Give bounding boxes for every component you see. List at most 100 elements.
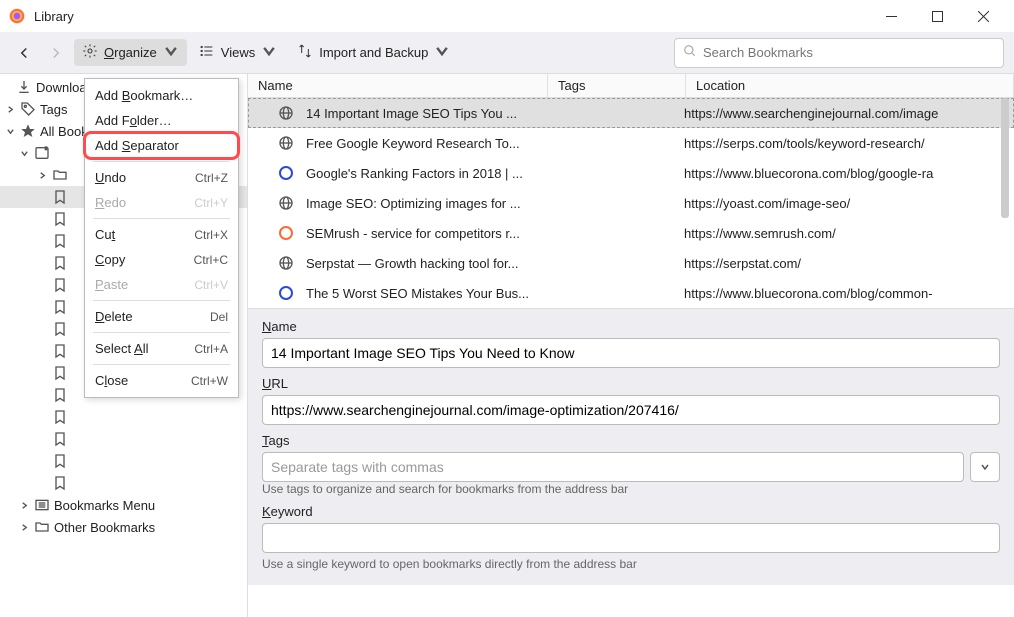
menu-add-bookmark[interactable]: Add Bookmark… bbox=[85, 83, 238, 108]
titlebar: Library bbox=[0, 0, 1014, 32]
window-title: Library bbox=[34, 9, 868, 24]
tree-bookmarks-menu[interactable]: Bookmarks Menu bbox=[0, 494, 247, 516]
bookmark-icon bbox=[52, 277, 68, 293]
content-pane: Name Tags Location 14 Important Image SE… bbox=[248, 74, 1014, 617]
bookmark-location: https://www.semrush.com/ bbox=[684, 226, 1014, 241]
tags-input[interactable] bbox=[262, 452, 964, 482]
menu-separator bbox=[93, 332, 230, 333]
favicon-icon bbox=[278, 194, 296, 212]
bookmark-location: https://www.bluecorona.com/blog/common- bbox=[684, 286, 1014, 301]
views-menu-button[interactable]: Views bbox=[191, 39, 285, 66]
bookmark-location: https://serpstat.com/ bbox=[684, 256, 1014, 271]
bookmark-name: Serpstat — Growth hacking tool for... bbox=[306, 256, 546, 271]
menu-folder-icon bbox=[34, 497, 50, 513]
chevron-right-icon[interactable] bbox=[4, 105, 16, 114]
chevron-right-icon[interactable] bbox=[18, 523, 30, 532]
menu-add-folder[interactable]: Add Folder… bbox=[85, 108, 238, 133]
scrollbar[interactable] bbox=[998, 98, 1012, 308]
scrollbar-thumb[interactable] bbox=[1001, 98, 1009, 218]
views-label: Views bbox=[221, 45, 255, 60]
close-button[interactable] bbox=[960, 0, 1006, 32]
bookmark-icon bbox=[52, 387, 68, 403]
bookmark-icon bbox=[52, 475, 68, 491]
favicon-icon bbox=[278, 164, 296, 182]
bookmark-icon bbox=[52, 255, 68, 271]
bookmark-name: Free Google Keyword Research To... bbox=[306, 136, 546, 151]
keyword-input[interactable] bbox=[262, 523, 1000, 553]
tree-other-bookmarks[interactable]: Other Bookmarks bbox=[0, 516, 247, 538]
bookmark-folder-icon bbox=[34, 145, 50, 161]
organize-label: Organize bbox=[104, 45, 157, 60]
search-input[interactable] bbox=[703, 45, 995, 60]
menu-copy[interactable]: CopyCtrl+C bbox=[85, 247, 238, 272]
download-icon bbox=[16, 79, 32, 95]
minimize-button[interactable] bbox=[868, 0, 914, 32]
organize-context-menu: Add Bookmark… Add Folder… Add Separator … bbox=[84, 78, 239, 398]
url-input[interactable] bbox=[262, 395, 1000, 425]
menu-redo[interactable]: RedoCtrl+Y bbox=[85, 190, 238, 215]
chevron-down-icon bbox=[163, 43, 179, 62]
menu-undo[interactable]: UndoCtrl+Z bbox=[85, 165, 238, 190]
menu-cut[interactable]: CutCtrl+X bbox=[85, 222, 238, 247]
bookmark-list: 14 Important Image SEO Tips You ... https… bbox=[248, 98, 1014, 308]
import-label: Import and Backup bbox=[319, 45, 428, 60]
menu-separator bbox=[93, 300, 230, 301]
forward-button[interactable] bbox=[42, 39, 70, 67]
bookmark-icon bbox=[52, 431, 68, 447]
tree-bookmark[interactable] bbox=[0, 472, 247, 494]
chevron-right-icon[interactable] bbox=[36, 171, 48, 180]
chevron-right-icon[interactable] bbox=[18, 501, 30, 510]
bookmark-name: 14 Important Image SEO Tips You ... bbox=[306, 106, 546, 121]
name-input[interactable] bbox=[262, 338, 1000, 368]
bookmark-row[interactable]: Free Google Keyword Research To...https:… bbox=[248, 128, 1014, 158]
star-icon bbox=[20, 123, 36, 139]
menu-paste[interactable]: PasteCtrl+V bbox=[85, 272, 238, 297]
bookmark-row[interactable]: The 5 Worst SEO Mistakes Your Bus... http… bbox=[248, 278, 1014, 308]
column-tags[interactable]: Tags bbox=[548, 74, 686, 97]
favicon-icon bbox=[278, 284, 296, 302]
chevron-down-icon[interactable] bbox=[4, 127, 16, 136]
details-pane: Name URL Tags Use tags to organize and s… bbox=[248, 308, 1014, 585]
menu-close[interactable]: CloseCtrl+W bbox=[85, 368, 238, 393]
column-name[interactable]: Name bbox=[248, 74, 548, 97]
bookmark-icon bbox=[52, 453, 68, 469]
chevron-down-icon bbox=[434, 43, 450, 62]
toolbar: Organize Views Import and Backup bbox=[0, 32, 1014, 74]
bookmark-icon bbox=[52, 343, 68, 359]
keyword-hint: Use a single keyword to open bookmarks d… bbox=[262, 557, 1000, 571]
bookmark-row[interactable]: SEMrush - service for competitors r... ht… bbox=[248, 218, 1014, 248]
bookmark-row[interactable]: Image SEO: Optimizing images for ... http… bbox=[248, 188, 1014, 218]
back-button[interactable] bbox=[10, 39, 38, 67]
maximize-button[interactable] bbox=[914, 0, 960, 32]
bookmark-name: SEMrush - service for competitors r... bbox=[306, 226, 546, 241]
menu-add-separator[interactable]: Add Separator bbox=[85, 133, 238, 158]
chevron-down-icon[interactable] bbox=[18, 149, 30, 158]
bookmark-row[interactable]: Google's Ranking Factors in 2018 | ...ht… bbox=[248, 158, 1014, 188]
chevron-down-icon bbox=[261, 43, 277, 62]
bookmark-location: https://yoast.com/image-seo/ bbox=[684, 196, 1014, 211]
favicon-icon bbox=[278, 254, 296, 272]
tags-dropdown-button[interactable] bbox=[970, 452, 1000, 482]
tree-bookmark[interactable] bbox=[0, 450, 247, 472]
import-backup-button[interactable]: Import and Backup bbox=[289, 39, 458, 66]
bookmark-icon bbox=[52, 211, 68, 227]
tree-bookmark[interactable] bbox=[0, 428, 247, 450]
menu-select-all[interactable]: Select AllCtrl+A bbox=[85, 336, 238, 361]
tree-bookmark[interactable] bbox=[0, 406, 247, 428]
chevron-down-icon bbox=[980, 460, 990, 475]
column-location[interactable]: Location bbox=[686, 74, 1014, 97]
bookmark-icon bbox=[52, 189, 68, 205]
bookmark-icon bbox=[52, 365, 68, 381]
column-headers: Name Tags Location bbox=[248, 74, 1014, 98]
import-export-icon bbox=[297, 43, 313, 62]
folder-icon bbox=[52, 167, 68, 183]
bookmark-row[interactable]: Serpstat — Growth hacking tool for... htt… bbox=[248, 248, 1014, 278]
bookmark-name: The 5 Worst SEO Mistakes Your Bus... bbox=[306, 286, 546, 301]
organize-menu-button[interactable]: Organize bbox=[74, 39, 187, 66]
menu-delete[interactable]: DeleteDel bbox=[85, 304, 238, 329]
search-box[interactable] bbox=[674, 38, 1004, 68]
bookmark-icon bbox=[52, 233, 68, 249]
bookmark-row[interactable]: 14 Important Image SEO Tips You ...https… bbox=[248, 98, 1014, 128]
tags-label: Tags bbox=[262, 433, 1000, 448]
bookmark-name: Image SEO: Optimizing images for ... bbox=[306, 196, 546, 211]
